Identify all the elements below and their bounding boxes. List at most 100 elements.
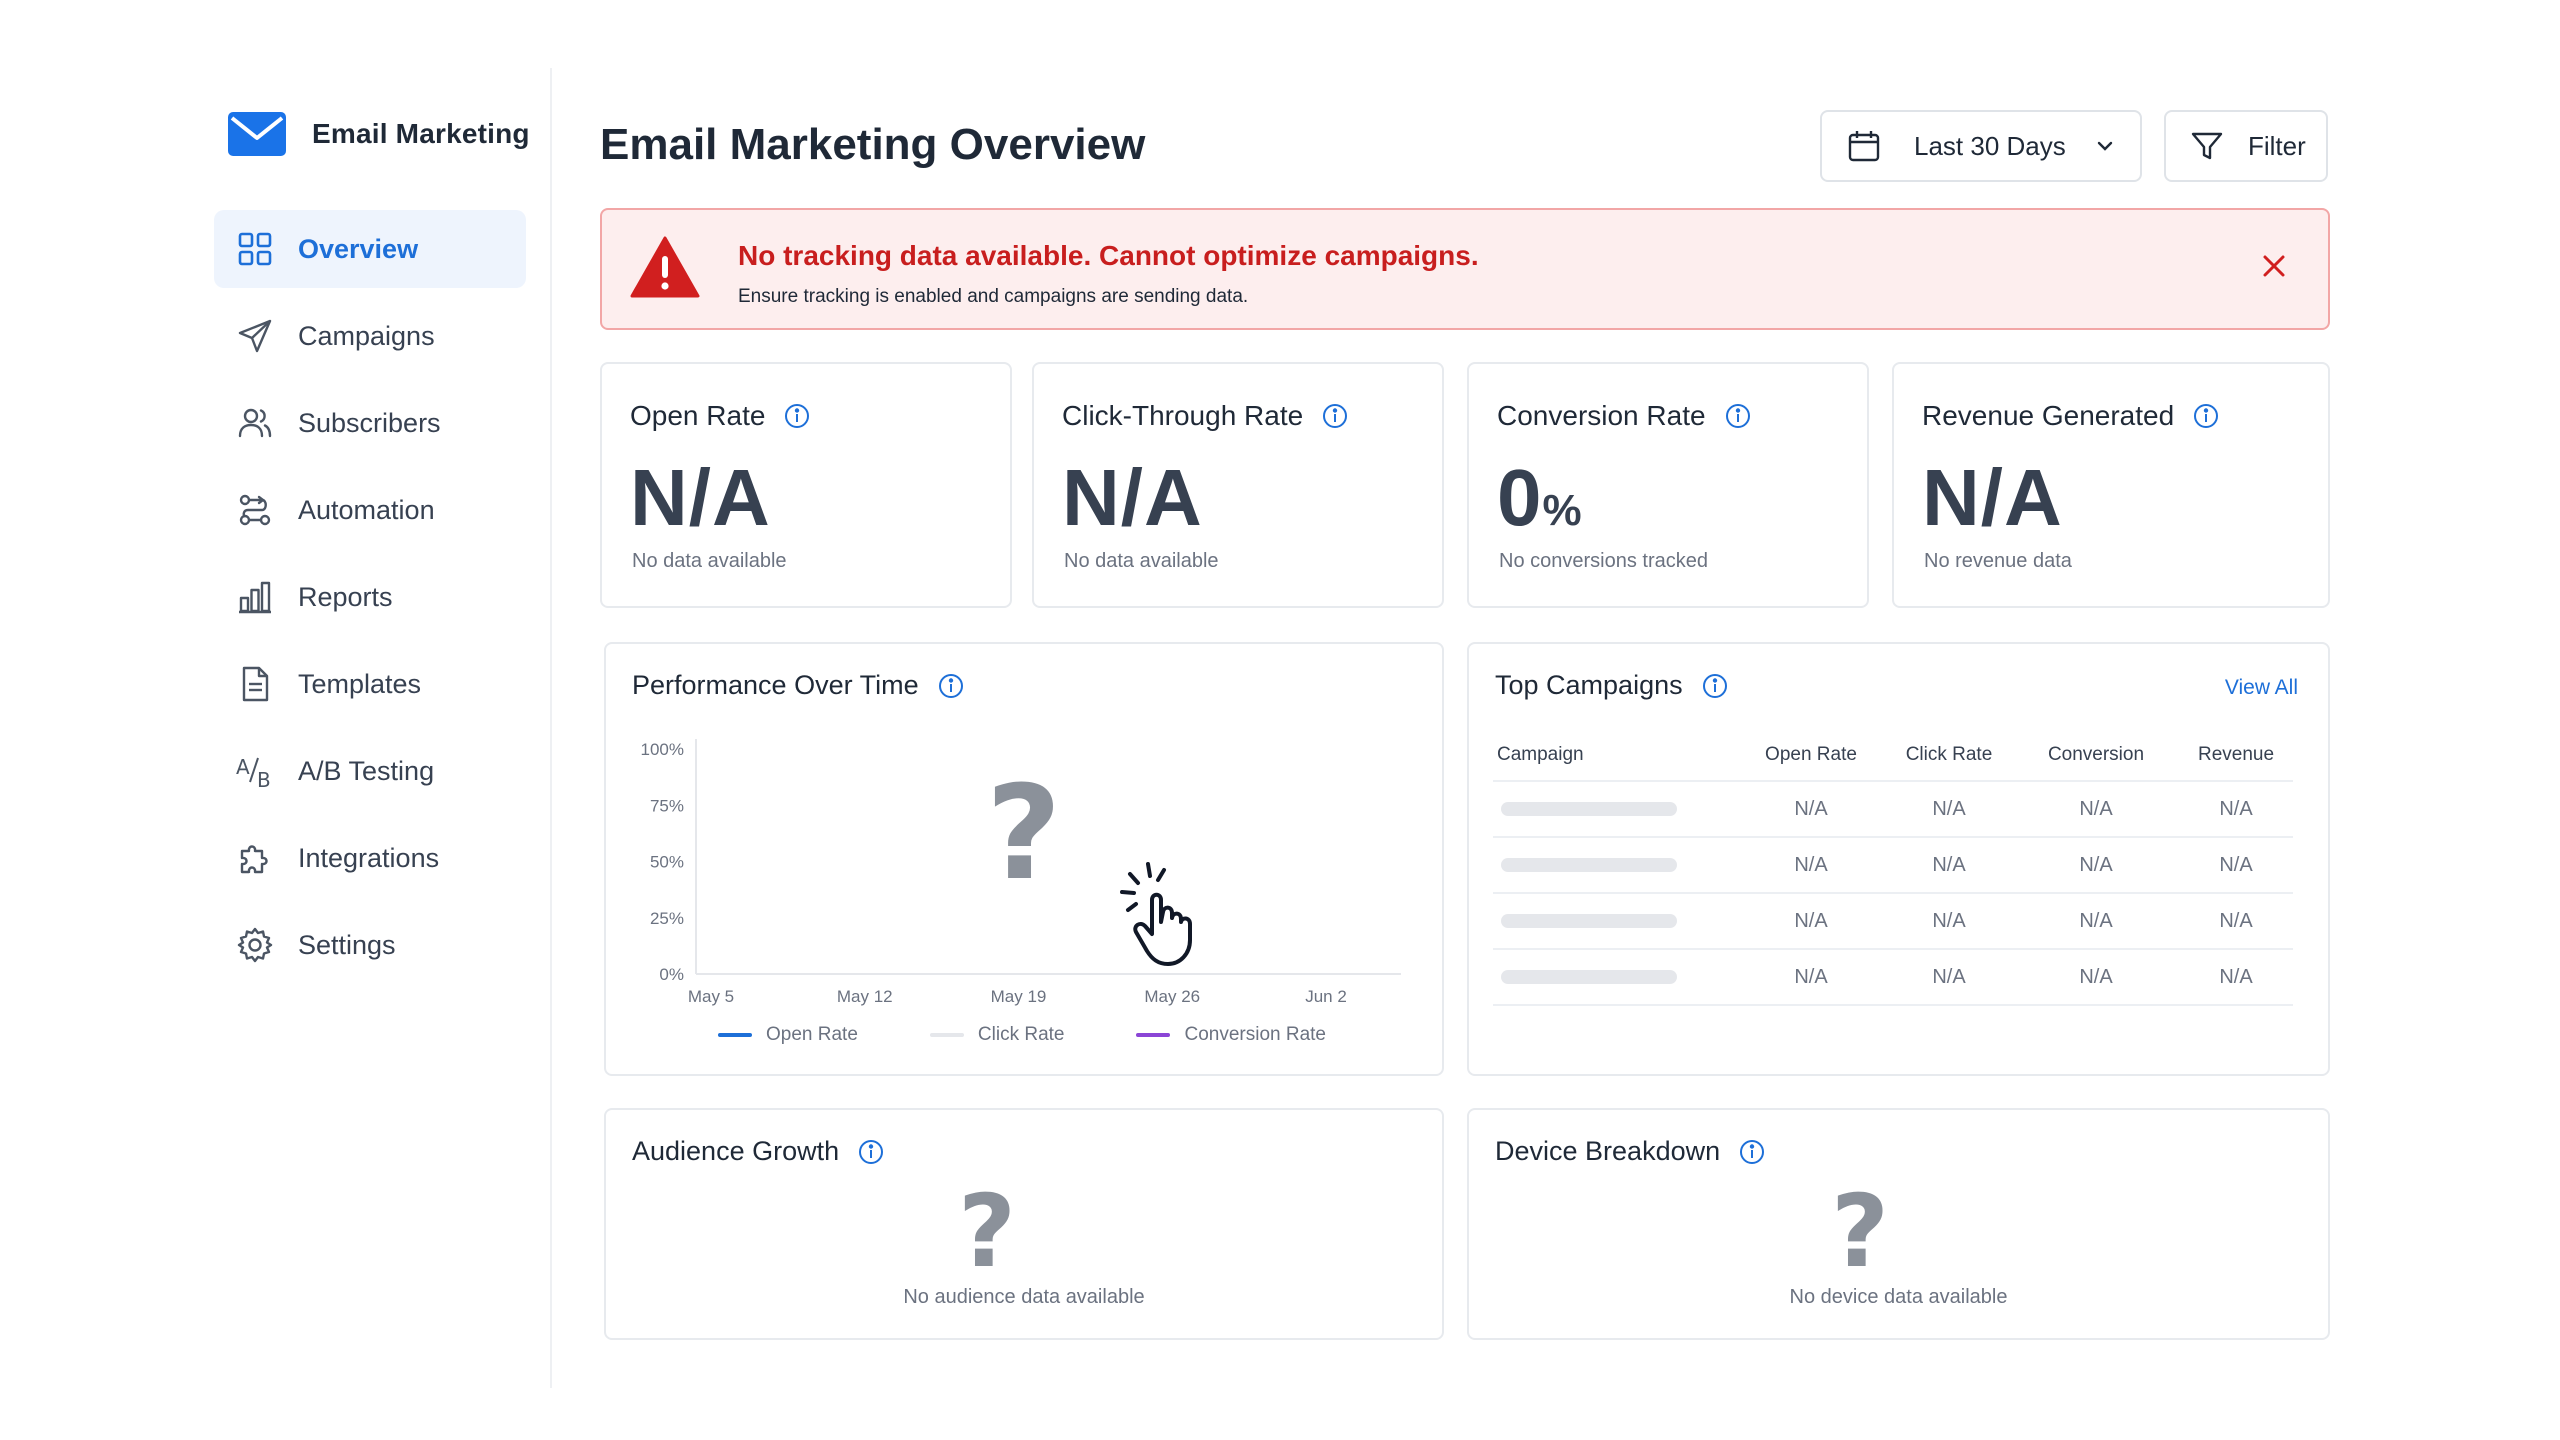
performance-chart-card: Performance Over Time 100% 75% 50% 25% 0% May… (604, 642, 1444, 1076)
y-tick-label: 50% (650, 853, 684, 872)
loading-skeleton (1501, 914, 1677, 928)
column-header[interactable]: Campaign (1493, 744, 1737, 766)
legend-swatch (929, 1033, 964, 1037)
calendar-icon (1848, 131, 1880, 162)
table-row[interactable]: N/A N/A N/A N/A (1493, 950, 2293, 1006)
sidebar-item-automation[interactable]: Automation (214, 471, 526, 549)
alert-message: Ensure tracking is enabled and campaigns… (738, 286, 1249, 307)
grid-icon (236, 230, 274, 268)
info-icon[interactable] (1738, 1138, 1766, 1166)
svg-text:B: B (257, 768, 271, 790)
view-all-link[interactable]: View All (2225, 676, 2298, 700)
tracking-alert: No tracking data available. Cannot optim… (600, 208, 2330, 330)
audience-growth-card: Audience Growth ? No audience data avail… (604, 1108, 1444, 1340)
info-icon[interactable] (2192, 402, 2220, 430)
kpi-card-click-through-rate: Click-Through Rate N/A No data available (1032, 362, 1444, 608)
workflow-icon (236, 491, 274, 529)
column-header[interactable]: Open Rate (1737, 744, 1885, 766)
ab-test-icon: A B (236, 752, 274, 792)
top-campaigns-card: Top Campaigns View All Campaign Open Rat… (1467, 642, 2330, 1076)
y-tick-label: 25% (650, 909, 684, 928)
loading-skeleton (1501, 858, 1677, 872)
table-row[interactable]: N/A N/A N/A N/A (1493, 838, 2293, 894)
table-cell: N/A (1932, 965, 1966, 988)
table-cell: N/A (2219, 909, 2253, 932)
svg-text:A: A (236, 755, 250, 779)
legend-swatch (718, 1033, 752, 1037)
table-cell: N/A (2079, 965, 2113, 988)
main-content: Email Marketing Overview Last 30 Days Fi… (552, 68, 2385, 1388)
x-tick-label: Jun 2 (1305, 987, 1347, 1006)
legend-swatch (1136, 1033, 1171, 1037)
filter-label: Filter (2248, 130, 2306, 161)
info-icon[interactable] (1321, 402, 1349, 430)
sidebar-nav: Overview Campaigns Subscribers Automatio… (214, 210, 526, 993)
sidebar-item-subscribers[interactable]: Subscribers (214, 384, 526, 462)
filter-button[interactable]: Filter (2164, 110, 2328, 182)
close-icon[interactable] (2258, 250, 2290, 282)
date-range-dropdown[interactable]: Last 30 Days (1820, 110, 2142, 182)
empty-state-text: No device data available (1789, 1286, 2008, 1308)
alert-title: No tracking data available. Cannot optim… (738, 240, 1479, 271)
legend-item[interactable]: Conversion Rate (1136, 1024, 1326, 1046)
puzzle-icon (236, 839, 274, 877)
empty-state-text: No audience data available (903, 1286, 1145, 1308)
sidebar-item-ab-testing[interactable]: A B A/B Testing (214, 732, 526, 810)
chevron-down-icon (2097, 141, 2112, 151)
document-icon (236, 665, 274, 703)
table-cell: N/A (1932, 909, 1966, 932)
bar-chart-icon (236, 578, 274, 616)
sidebar-item-reports[interactable]: Reports (214, 558, 526, 636)
chart-legend: Open Rate Click Rate Conversion Rate (718, 1024, 1398, 1046)
kpi-title: Open Rate (630, 400, 766, 431)
sidebar-item-label: Overview (298, 233, 419, 264)
legend-item[interactable]: Click Rate (929, 1024, 1065, 1046)
sidebar-item-templates[interactable]: Templates (214, 645, 526, 723)
x-tick-label: May 19 (991, 987, 1047, 1006)
legend-label: Click Rate (977, 1024, 1065, 1045)
kpi-subtext: No data available (1064, 550, 1219, 572)
kpi-value: N/A (1922, 453, 2063, 542)
sidebar-item-overview[interactable]: Overview (214, 210, 526, 288)
brand[interactable]: Email Marketing (228, 110, 530, 158)
table-cell: N/A (1794, 965, 1828, 988)
sidebar-item-label: A/B Testing (298, 755, 435, 786)
table-cell: N/A (1932, 797, 1966, 820)
sidebar-item-integrations[interactable]: Integrations (214, 819, 526, 897)
app-window: Email Marketing Overview Campaigns Subsc… (200, 68, 2385, 1388)
send-icon (236, 317, 274, 355)
column-header[interactable]: Revenue (2179, 744, 2293, 766)
kpi-card-revenue-generated: Revenue Generated N/A No revenue data (1892, 362, 2330, 608)
no-data-question-mark: ? (958, 1173, 1017, 1290)
table-cell: N/A (2079, 909, 2113, 932)
kpi-value: 0 (1497, 453, 1543, 542)
loading-skeleton (1501, 802, 1677, 816)
panel-title: Audience Growth (632, 1136, 840, 1166)
table-row[interactable]: N/A N/A N/A N/A (1493, 894, 2293, 950)
table-cell: N/A (1932, 853, 1966, 876)
legend-item[interactable]: Open Rate (718, 1024, 858, 1046)
sidebar-item-settings[interactable]: Settings (214, 906, 526, 984)
y-tick-label: 0% (659, 965, 684, 984)
x-tick-label: May 26 (1144, 987, 1200, 1006)
info-icon[interactable] (783, 402, 811, 430)
kpi-card-open-rate: Open Rate N/A No data available (600, 362, 1012, 608)
y-tick-label: 75% (650, 796, 684, 815)
panel-title: Top Campaigns (1495, 670, 1683, 700)
table-cell: N/A (1794, 797, 1828, 820)
kpi-value: N/A (630, 453, 771, 542)
info-icon[interactable] (1701, 672, 1729, 700)
kpi-subtext: No conversions tracked (1499, 550, 1708, 572)
kpi-value: N/A (1062, 453, 1203, 542)
column-header[interactable]: Conversion (2013, 744, 2179, 766)
sidebar-item-campaigns[interactable]: Campaigns (214, 297, 526, 375)
column-header[interactable]: Click Rate (1885, 744, 2013, 766)
info-icon[interactable] (1724, 402, 1752, 430)
sidebar-item-label: Campaigns (298, 320, 435, 351)
kpi-title: Click-Through Rate (1062, 400, 1304, 431)
table-row[interactable]: N/A N/A N/A N/A (1493, 782, 2293, 838)
x-tick-label: May 5 (688, 987, 734, 1006)
info-icon[interactable] (857, 1138, 885, 1166)
no-data-question-mark: ? (986, 757, 1062, 909)
table-cell: N/A (1794, 909, 1828, 932)
